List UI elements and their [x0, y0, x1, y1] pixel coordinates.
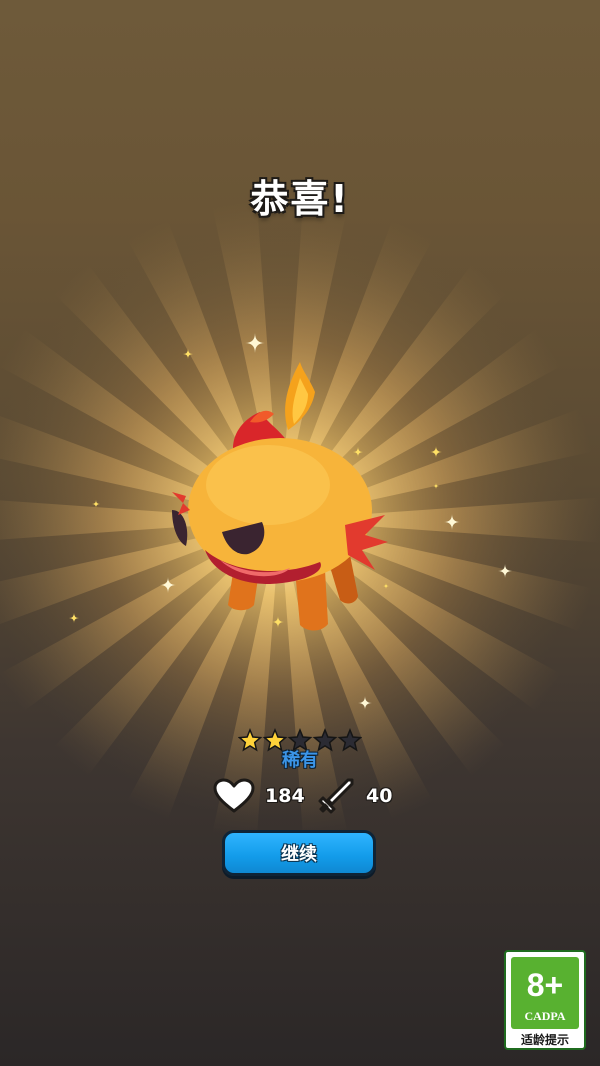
continue-button[interactable]: 继续	[222, 830, 376, 876]
hp-value: 184	[265, 785, 305, 807]
age-rating-value: 8+	[526, 967, 564, 1003]
stats-row: 184 40	[210, 776, 410, 816]
pet-creature	[172, 362, 388, 631]
heart-icon	[213, 778, 255, 813]
congrats-title: 恭喜!	[250, 177, 350, 221]
attack-value: 40	[366, 785, 393, 807]
continue-button-label: 继续	[281, 844, 317, 865]
rarity-label: 稀有	[282, 750, 318, 771]
sword-icon	[318, 778, 354, 814]
pet-body-highlight	[206, 445, 330, 525]
age-rating-caption: 适龄提示	[520, 1033, 569, 1047]
age-rating-badge: 8+ CADPA 适龄提示	[504, 950, 586, 1050]
pet-eye-left-edge	[172, 510, 188, 546]
age-rating-panel: 8+ CADPA	[511, 957, 579, 1029]
reward-screen: 恭喜! 稀有 184 40 继续 8+ CADPA 适龄提示	[0, 0, 600, 1066]
age-rating-org: CADPA	[524, 1009, 566, 1023]
